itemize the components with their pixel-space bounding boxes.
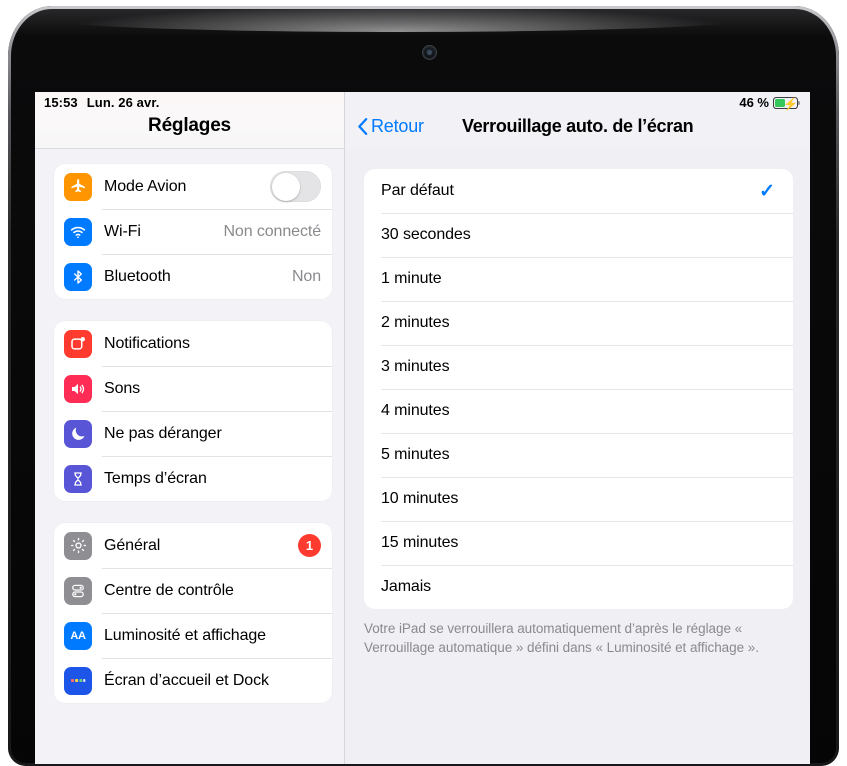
list-item[interactable]: 3 minutes [364, 345, 793, 389]
sidebar-item-label: Notifications [104, 334, 190, 352]
sidebar-item-home-screen-dock[interactable]: Écran d’accueil et Dock [54, 658, 332, 703]
sidebar-item-control-center[interactable]: Centre de contrôle [54, 568, 332, 613]
back-button-label: Retour [371, 116, 424, 136]
sidebar-item-general[interactable]: Général 1 [54, 523, 332, 568]
footnote-text: Votre iPad se verrouillera automatiqueme… [364, 621, 759, 655]
home-screen-icon [64, 666, 92, 695]
sidebar-item-sounds[interactable]: Sons [54, 366, 332, 411]
option-label: 15 minutes [381, 534, 459, 551]
ipad-screen: 15:53 Lun. 26 avr. Réglages Mode Avion W… [35, 92, 810, 764]
status-badge: 1 [298, 534, 321, 557]
sidebar-group-connectivity: Mode Avion Wi-Fi Non connecté Bluetooth … [54, 164, 332, 299]
notifications-icon [64, 329, 92, 358]
sidebar-item-label: Luminosité et affichage [104, 626, 266, 644]
gear-icon [64, 531, 92, 560]
ipad-device-frame: 15:53 Lun. 26 avr. Réglages Mode Avion W… [8, 6, 839, 766]
sidebar-group-system: Général 1 Centre de contrôle AA Luminosi… [54, 523, 332, 703]
sidebar-item-notifications[interactable]: Notifications [54, 321, 332, 366]
sidebar-item-value: Non connecté [223, 222, 321, 240]
sidebar-item-label: Écran d’accueil et Dock [104, 671, 269, 689]
settings-sidebar: 15:53 Lun. 26 avr. Réglages Mode Avion W… [35, 92, 345, 764]
toggle-knob [271, 172, 300, 201]
list-item[interactable]: 2 minutes [364, 301, 793, 345]
option-label: 1 minute [381, 270, 442, 287]
wifi-icon [64, 217, 92, 246]
sidebar-item-value: Non [291, 267, 321, 285]
sidebar-item-label: Ne pas déranger [104, 424, 222, 442]
option-label: 2 minutes [381, 314, 450, 331]
display-aa-icon: AA [64, 621, 92, 650]
option-label: 10 minutes [381, 490, 459, 507]
list-item[interactable]: 5 minutes [364, 433, 793, 477]
list-item[interactable]: Jamais [364, 565, 793, 609]
option-label: Jamais [381, 578, 432, 595]
sidebar-item-label: Temps d’écran [104, 469, 207, 487]
sidebar-item-airplane-mode[interactable]: Mode Avion [54, 164, 332, 209]
status-time: 15:53 [44, 95, 78, 110]
checkmark-icon: ✓ [759, 180, 775, 202]
sidebar-item-bluetooth[interactable]: Bluetooth Non [54, 254, 332, 299]
list-item[interactable]: 30 secondes [364, 213, 793, 257]
control-center-icon [64, 576, 92, 605]
sidebar-group-alerts: Notifications Sons Ne pas déranger Temps… [54, 321, 332, 501]
list-item[interactable]: 10 minutes [364, 477, 793, 521]
list-item[interactable]: 15 minutes [364, 521, 793, 565]
sidebar-item-label: Bluetooth [104, 267, 171, 285]
status-bar-left: 15:53 Lun. 26 avr. [44, 95, 159, 110]
list-item[interactable]: 4 minutes [364, 389, 793, 433]
sidebar-item-wifi[interactable]: Wi-Fi Non connecté [54, 209, 332, 254]
sidebar-item-screen-time[interactable]: Temps d’écran [54, 456, 332, 501]
detail-pane: 46 % ⚡ Retour Verrouillage auto. de l’éc… [345, 92, 810, 764]
sidebar-item-label: Sons [104, 379, 141, 397]
bluetooth-icon [64, 262, 92, 291]
camera-lens-dot [427, 50, 432, 55]
speaker-icon [64, 374, 92, 403]
sidebar-navbar: 15:53 Lun. 26 avr. Réglages [35, 92, 344, 149]
sidebar-item-display-brightness[interactable]: AA Luminosité et affichage [54, 613, 332, 658]
option-label: 3 minutes [381, 358, 450, 375]
detail-navbar: 46 % ⚡ Retour Verrouillage auto. de l’éc… [345, 92, 810, 149]
option-label: 5 minutes [381, 446, 450, 463]
sidebar-item-label: Wi-Fi [104, 222, 141, 240]
airplane-mode-toggle[interactable] [270, 171, 321, 202]
airplane-icon [64, 172, 92, 201]
sidebar-item-label: Mode Avion [104, 177, 187, 195]
list-item[interactable]: 1 minute [364, 257, 793, 301]
battery-charging-icon: ⚡ [773, 96, 801, 111]
battery-percent-label: 46 % [739, 95, 769, 110]
sidebar-item-do-not-disturb[interactable]: Ne pas déranger [54, 411, 332, 456]
option-label: Par défaut [381, 182, 454, 199]
status-bar-right: 46 % ⚡ [739, 95, 801, 111]
option-label: 30 secondes [381, 226, 471, 243]
option-label: 4 minutes [381, 402, 450, 419]
list-item[interactable]: Par défaut ✓ [364, 169, 793, 213]
back-button[interactable]: Retour [357, 116, 424, 137]
sidebar-item-label: Centre de contrôle [104, 581, 234, 599]
lightning-bolt-icon: ⚡ [783, 96, 798, 111]
front-camera-icon [423, 46, 436, 59]
page-title: Réglages [148, 115, 231, 136]
moon-icon [64, 419, 92, 448]
sidebar-item-label: Général [104, 536, 161, 554]
hourglass-icon [64, 464, 92, 493]
chevron-left-icon [358, 118, 368, 135]
auto-lock-options-list: Par défaut ✓ 30 secondes 1 minute 2 minu… [364, 169, 793, 609]
bezel-gloss-highlight [48, 6, 748, 32]
status-date: Lun. 26 avr. [86, 95, 160, 110]
detail-title: Verrouillage auto. de l’écran [462, 116, 694, 136]
